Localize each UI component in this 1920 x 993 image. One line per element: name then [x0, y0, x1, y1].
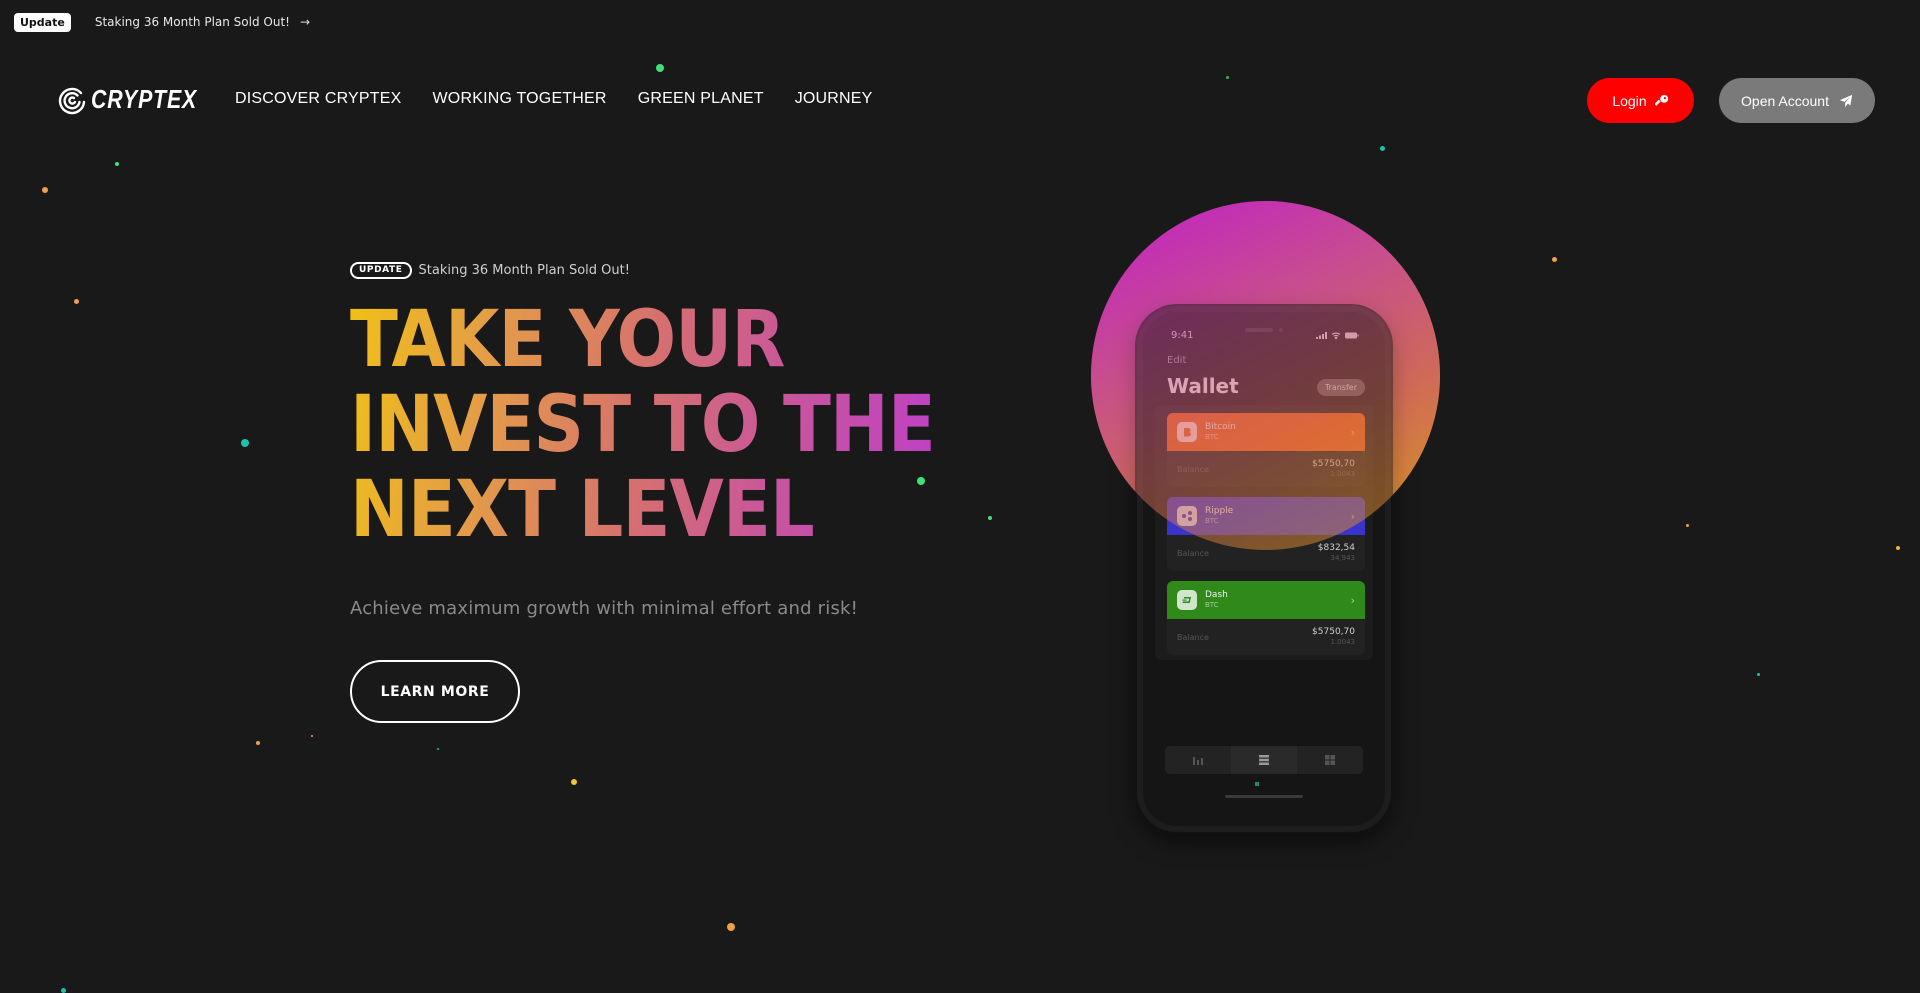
- particle-dot: [241, 439, 249, 447]
- main-nav: DISCOVER CRYPTEX WORKING TOGETHER GREEN …: [235, 90, 873, 108]
- wallet-card-dash[interactable]: Dash BTC › Balance $5750,70 1.0043: [1167, 581, 1365, 655]
- update-badge: Update: [14, 12, 71, 32]
- open-account-label: Open Account: [1741, 92, 1829, 109]
- login-button[interactable]: Login: [1587, 78, 1694, 123]
- coin-symbol: BTC: [1205, 601, 1219, 609]
- particle-dot: [1380, 146, 1385, 151]
- tab-chart[interactable]: [1165, 746, 1231, 774]
- particle-dot: [311, 735, 313, 737]
- swirl-logo-icon: [58, 87, 86, 114]
- coin-name: Ripple: [1205, 506, 1234, 516]
- chevron-right-icon: ›: [1350, 425, 1355, 439]
- balance-quantity: 1.0043: [1330, 470, 1356, 478]
- paper-plane-icon: [1839, 94, 1853, 107]
- edit-link[interactable]: Edit: [1167, 355, 1186, 366]
- nav-working-together[interactable]: WORKING TOGETHER: [433, 90, 607, 108]
- brand-logo[interactable]: CRYPTEX: [57, 84, 220, 115]
- particle-dot: [1686, 524, 1689, 527]
- particle-dot: [256, 741, 260, 745]
- battery-icon: [1345, 332, 1359, 339]
- login-label: Login: [1612, 92, 1647, 109]
- tab-list[interactable]: [1231, 746, 1297, 774]
- coin-name: Bitcoin: [1205, 422, 1236, 432]
- coin-symbol: BTC: [1205, 517, 1219, 525]
- coin-name: Dash: [1205, 590, 1228, 600]
- balance-quantity: 34,943: [1330, 554, 1356, 562]
- wifi-icon: [1331, 332, 1341, 339]
- headline-line-1: TAKE YOUR: [350, 295, 785, 385]
- brand-wordmark: CRYPTEX: [91, 84, 198, 114]
- dash-icon: [1177, 590, 1197, 610]
- phone-status-bar: 9:41: [1171, 330, 1359, 341]
- particle-dot: [1896, 546, 1900, 550]
- particle-dot: [571, 779, 577, 785]
- balance-label: Balance: [1177, 632, 1209, 642]
- phone-tab-bar: [1165, 746, 1363, 774]
- announcement-bar[interactable]: Update Staking 36 Month Plan Sold Out! →: [14, 12, 310, 32]
- signal-icon: [1316, 332, 1327, 339]
- arrow-right-icon: →: [299, 15, 311, 29]
- particle-dot: [115, 162, 119, 166]
- open-account-button[interactable]: Open Account: [1719, 78, 1875, 123]
- key-icon: [1654, 94, 1668, 106]
- list-icon: [1259, 755, 1269, 765]
- learn-more-button[interactable]: LEARN MORE: [350, 660, 520, 723]
- status-time: 9:41: [1171, 330, 1194, 341]
- bitcoin-icon: [1177, 422, 1197, 442]
- nav-green-planet[interactable]: GREEN PLANET: [638, 90, 764, 108]
- home-indicator: [1225, 795, 1303, 798]
- page-indicator-dot: [1255, 782, 1259, 786]
- headline-line-3: NEXT LEVEL: [350, 465, 814, 555]
- particle-dot: [727, 923, 735, 931]
- particle-dot: [42, 187, 48, 193]
- hero-headline: TAKE YOUR INVEST TO THE NEXT LEVEL: [350, 298, 935, 553]
- chevron-right-icon: ›: [1350, 593, 1355, 607]
- transfer-button[interactable]: Transfer: [1316, 379, 1365, 396]
- tab-grid[interactable]: [1297, 746, 1363, 774]
- wallet-card-ripple[interactable]: Ripple BTC › Balance $832,54 34,943: [1167, 497, 1365, 571]
- wallet-card-bitcoin[interactable]: Bitcoin BTC › Balance $5750,70 1.0043: [1167, 413, 1365, 487]
- particle-dot: [1757, 673, 1760, 676]
- balance-label: Balance: [1177, 548, 1209, 558]
- hero-subtitle: Achieve maximum growth with minimal effo…: [350, 598, 859, 619]
- nav-discover-cryptex[interactable]: DISCOVER CRYPTEX: [235, 90, 402, 108]
- particle-dot: [61, 988, 66, 993]
- announcement-link[interactable]: Staking 36 Month Plan Sold Out! →: [95, 15, 310, 29]
- particle-dot: [656, 64, 664, 72]
- particle-dot: [1552, 257, 1557, 262]
- particle-dot: [988, 516, 992, 520]
- announcement-message: Staking 36 Month Plan Sold Out!: [94, 15, 290, 29]
- particle-dot: [437, 748, 439, 750]
- headline-line-2: INVEST TO THE: [350, 380, 935, 470]
- phone-mockup: 9:41 Edit Wallet Transfer Bitcoin BTC › …: [1137, 306, 1391, 832]
- chevron-right-icon: ›: [1350, 509, 1355, 523]
- nav-journey[interactable]: JOURNEY: [795, 90, 873, 108]
- balance-quantity: 1.0043: [1330, 638, 1356, 646]
- particle-dot: [917, 477, 925, 485]
- balance-amount: $832,54: [1317, 543, 1355, 553]
- coin-symbol: BTC: [1205, 433, 1219, 441]
- balance-amount: $5750,70: [1312, 459, 1355, 469]
- grid-icon: [1325, 755, 1335, 765]
- particle-dot: [74, 299, 79, 304]
- balance-amount: $5750,70: [1312, 627, 1355, 637]
- particle-dot: [1226, 76, 1229, 79]
- update-pill-text: Staking 36 Month Plan Sold Out!: [418, 263, 630, 278]
- balance-label: Balance: [1177, 464, 1209, 474]
- update-pill: UPDATE: [350, 262, 412, 279]
- chart-icon: [1193, 757, 1203, 765]
- hero-update-row: UPDATE Staking 36 Month Plan Sold Out!: [350, 262, 630, 279]
- ripple-icon: [1177, 506, 1197, 526]
- wallet-title: Wallet: [1167, 374, 1239, 398]
